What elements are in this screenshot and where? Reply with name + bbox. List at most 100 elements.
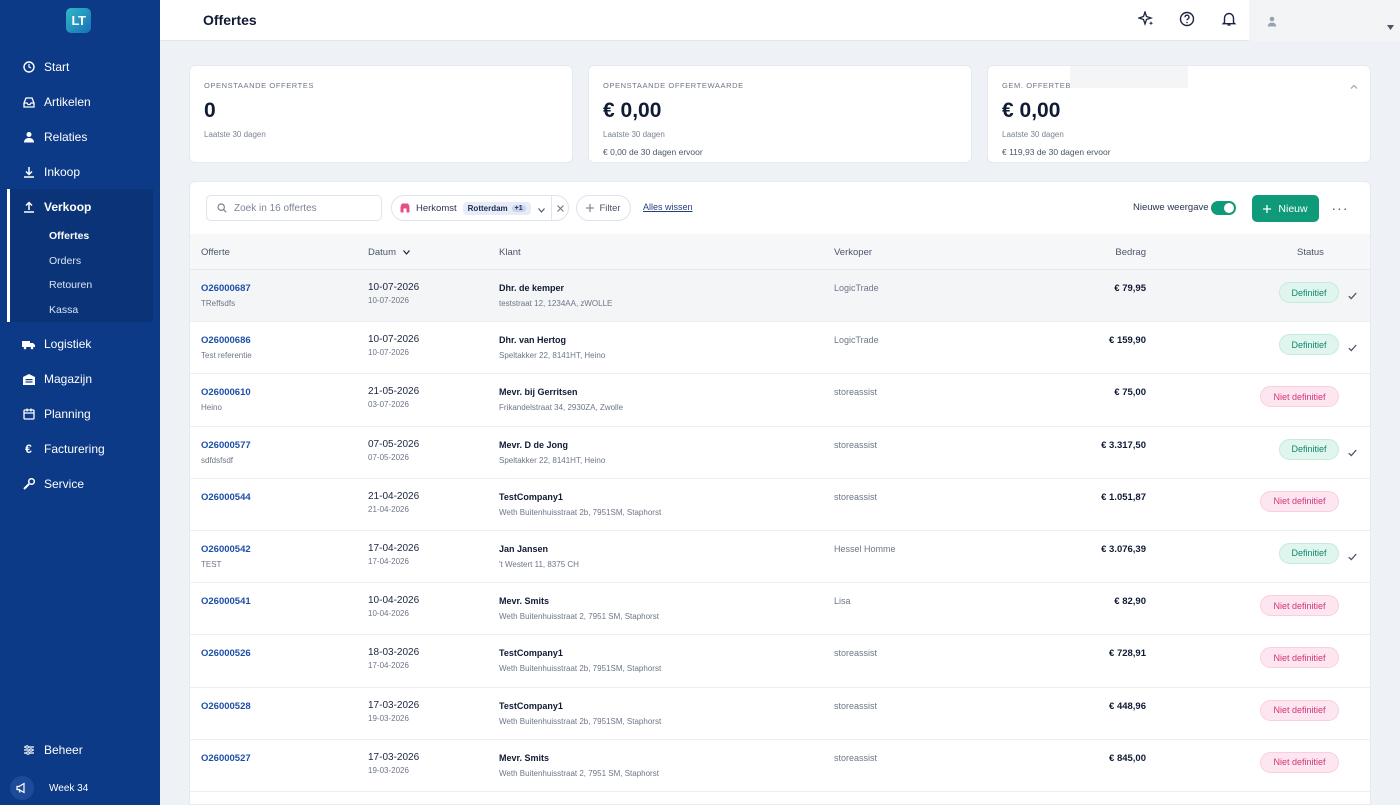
user-menu[interactable] [1249, 0, 1400, 41]
col-header-offerte[interactable]: Offerte [201, 247, 230, 258]
sidebar-item-verkoop[interactable]: Verkoop [10, 189, 153, 224]
sidebar-item-inkoop[interactable]: Inkoop [0, 154, 160, 189]
sidebar-item-start[interactable]: Start [0, 49, 160, 84]
quote-amount: € 3.076,39 [1101, 543, 1146, 555]
sidebar-subitem-kassa[interactable]: Kassa [10, 298, 153, 323]
chevron-down-icon[interactable] [538, 205, 545, 216]
quote-valid-date: 19-03-2026 [368, 765, 409, 775]
more-options-button[interactable]: ··· [1330, 199, 1350, 217]
col-header-bedrag[interactable]: Bedrag [1115, 247, 1146, 258]
status-badge: Niet definitief [1260, 699, 1339, 721]
inbox-icon [22, 95, 35, 108]
sidebar-item-label: Facturering [44, 441, 105, 456]
sidebar-item-service[interactable]: Service [0, 466, 160, 501]
sidebar-item-logistiek[interactable]: Logistiek [0, 326, 160, 361]
col-header-klant[interactable]: Klant [499, 247, 521, 258]
table-row[interactable]: O26000526 18-03-2026 17-04-2026 TestCompany… [190, 635, 1370, 688]
ai-sparkle-button[interactable] [1136, 9, 1155, 30]
status-badge: Niet definitief [1260, 386, 1339, 408]
week-indicator[interactable]: Week 34 [10, 776, 88, 800]
sidebar-subitem-retouren[interactable]: Retouren [10, 273, 153, 298]
app-logo[interactable]: LT [66, 8, 91, 33]
sidebar-item-magazijn[interactable]: Magazijn [0, 361, 160, 396]
quote-amount: € 845,00 [1109, 752, 1146, 764]
seller-name: LogicTrade [834, 283, 879, 293]
quote-number-link[interactable]: O26000526 [201, 648, 251, 659]
notifications-button[interactable] [1220, 12, 1238, 30]
table-header: Offerte Datum Klant Verkoper Bedrag Stat… [190, 234, 1370, 270]
add-filter-button[interactable]: Filter [576, 195, 631, 221]
quote-amount: € 728,91 [1109, 648, 1146, 660]
customer-name: Dhr. de kemper [499, 283, 565, 293]
quote-amount: € 159,90 [1109, 335, 1146, 347]
table-row[interactable]: O26000686 Test referentie 10-07-2026 10-07-… [190, 322, 1370, 375]
table-row[interactable]: O26000544 21-04-2026 21-04-2026 TestCompany… [190, 479, 1370, 531]
seller-name: Lisa [834, 596, 851, 607]
sidebar-item-planning[interactable]: Planning [0, 396, 160, 431]
sidebar-item-artikelen[interactable]: Artikelen [0, 84, 160, 119]
quote-number-link[interactable]: O26000527 [201, 753, 251, 764]
sidebar-subitem-offertes[interactable]: Offertes [10, 224, 153, 249]
help-button[interactable] [1178, 11, 1196, 30]
sidebar-item-label: Relaties [44, 129, 88, 144]
search-input[interactable]: Zoek in 16 offertes [206, 195, 382, 221]
customer-address: teststraat 12, 1234AA, zWOLLE [499, 299, 613, 308]
sidebar-item-facturering[interactable]: € Facturering [0, 431, 160, 466]
sidebar-item-relaties[interactable]: Relaties [0, 119, 160, 154]
quote-amount: € 79,95 [1114, 283, 1146, 294]
status-badge: Niet definitief [1260, 490, 1339, 512]
table-row[interactable]: O26000610 Heino 21-05-2026 03-07-2026 Mevr. … [190, 374, 1370, 427]
quote-number-link[interactable]: O26000686 [201, 335, 251, 346]
col-header-verkoper[interactable]: Verkoper [834, 247, 872, 258]
kpi-value: 0 [204, 99, 216, 122]
col-header-status[interactable]: Status [1297, 247, 1324, 258]
calendar-icon [22, 407, 35, 420]
new-quote-button[interactable]: Nieuw [1252, 195, 1319, 222]
seller-name: storeassist [834, 491, 878, 502]
avatar-icon [1267, 14, 1277, 32]
customer-name: Jan Jansen [499, 543, 549, 554]
quote-number-link[interactable]: O26000610 [201, 387, 251, 398]
kpi-card-avg-amount: Gem. offertebi € 0,00 Laatste 30 dagen €… [987, 65, 1371, 163]
quote-number-link[interactable]: O26000687 [201, 283, 251, 294]
check-icon [1348, 339, 1358, 352]
quote-number-link[interactable]: O26000528 [201, 701, 251, 712]
quote-date: 10-07-2026 [368, 282, 420, 293]
seller-name: LogicTrade [834, 335, 879, 346]
sidebar-subitem-orders[interactable]: Orders [10, 249, 153, 274]
table-row[interactable]: O2600052012-03-2026LogicTrade BOLogicTra… [190, 792, 1370, 804]
quote-number-link[interactable]: O26000542 [201, 544, 251, 555]
chevron-up-icon[interactable] [1350, 76, 1360, 89]
redacted-overlay [1070, 66, 1188, 88]
quote-amount: € 1.051,87 [1101, 491, 1146, 503]
quote-reference: Heino [201, 403, 222, 413]
new-view-toggle[interactable] [1211, 201, 1236, 215]
quote-date: 07-05-2026 [368, 438, 420, 450]
clear-all-link[interactable]: Alles wissen [643, 202, 693, 212]
sidebar-item-beheer[interactable]: Beheer [0, 732, 160, 767]
toggle-knob [1224, 203, 1234, 213]
table-row[interactable]: O26000527 17-03-2026 19-03-2026 Mevr. Smits… [190, 740, 1370, 792]
table-row[interactable]: O26000541 10-04-2026 10-04-2026 Mevr. Smits… [190, 583, 1370, 636]
quote-number-link[interactable]: O26000577 [201, 440, 251, 451]
col-header-datum[interactable]: Datum [368, 247, 410, 258]
new-button-label: Nieuw [1278, 202, 1308, 215]
status-badge: Definitief [1279, 438, 1339, 460]
quote-number-link[interactable]: O26000541 [201, 596, 251, 607]
close-icon[interactable] [557, 204, 564, 215]
table-row[interactable]: O26000577 sdfdsfsdf 07-05-2026 07-05-2026 Me… [190, 427, 1370, 479]
quote-date: 17-03-2026 [368, 751, 420, 763]
customer-name: Mevr. bij Gerritsen [499, 387, 578, 398]
quote-valid-date: 07-05-2026 [368, 452, 409, 462]
quote-number-link[interactable]: O26000544 [201, 492, 251, 503]
chip-extra-count: +1 [511, 204, 526, 212]
sidebar-item-label: Beheer [44, 742, 83, 757]
kpi-period: Laatste 30 dagen [1002, 130, 1064, 139]
filter-chip-herkomst[interactable]: Herkomst Rotterdam +1 [391, 195, 569, 221]
kpi-card-open-quotes: Openstaande offertes 0 Laatste 30 dagen [189, 65, 573, 163]
table-row[interactable]: O26000528 17-03-2026 19-03-2026 TestCompany… [190, 688, 1370, 740]
kpi-period: Laatste 30 dagen [204, 130, 266, 139]
top-header: Offertes [160, 0, 1400, 41]
table-row[interactable]: O26000687 TReffsdfs 10-07-2026 10-07-2026 Dh… [190, 270, 1370, 323]
table-row[interactable]: O26000542 TEST 17-04-2026 17-04-2026 Jan Jan… [190, 531, 1370, 584]
